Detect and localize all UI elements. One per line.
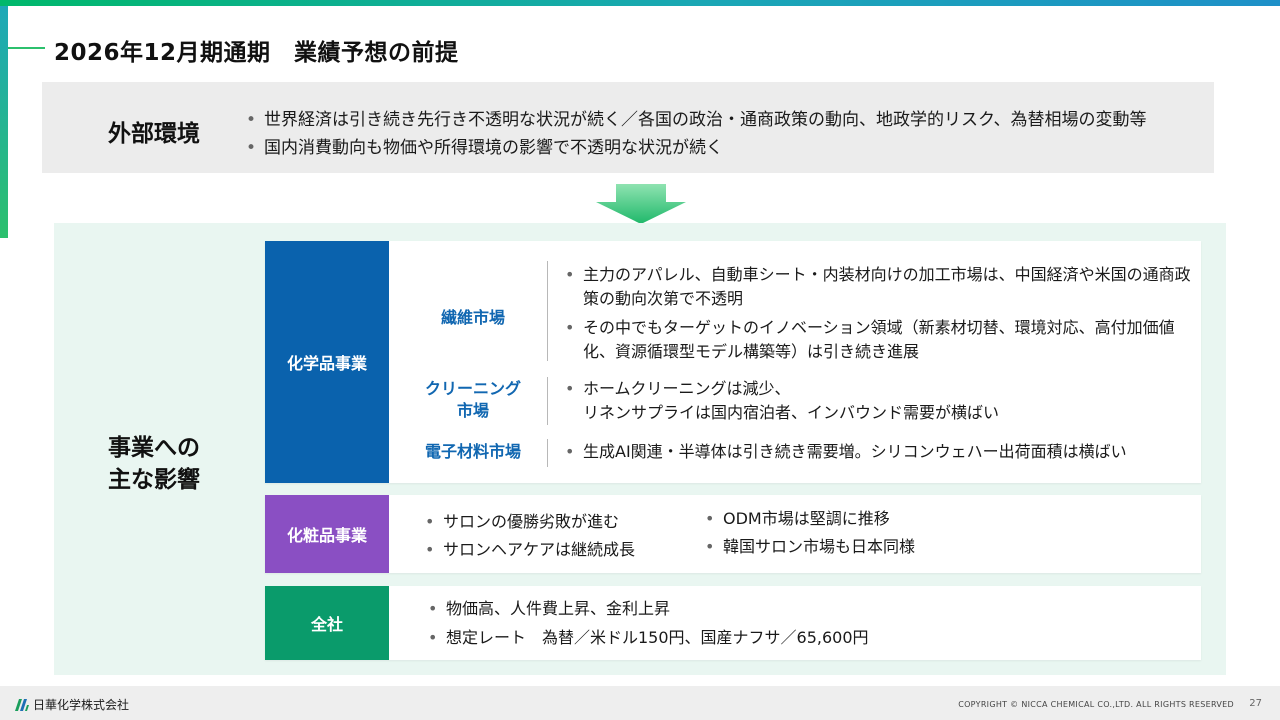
cleaning-market-label-line: 市場: [456, 401, 489, 420]
list-item-line: リネンサプライは国内宿泊者、インバウンド需要が横ばい: [583, 403, 1000, 422]
page-number: 27: [1249, 698, 1262, 709]
chemical-business-header: 化学品事業: [265, 241, 389, 483]
list-item: サロンの優勝劣敗が進む: [425, 508, 695, 536]
cosmetics-business-card: 化粧品事業 サロンの優勝劣敗が進む サロンヘアケアは継続成長 ODM市場は堅調に…: [265, 495, 1201, 573]
list-item: サロンヘアケアは継続成長: [425, 536, 695, 564]
divider: [547, 377, 548, 425]
left-accent-bar: [0, 6, 8, 238]
list-item: 主力のアパレル、自動車シート・内装材向けの加工市場は、中国経済や米国の通商政策の…: [565, 263, 1191, 311]
electronic-materials-market-label: 電子材料市場: [424, 442, 521, 461]
company-name: 日華化学株式会社: [33, 698, 130, 712]
business-impact-label: 事業への 主な影響: [108, 432, 200, 496]
company-logo: 日華化学株式会社: [14, 696, 129, 713]
nicca-logo-icon: [15, 698, 29, 711]
external-environment-label: 外部環境: [108, 121, 200, 147]
impact-label-line: 主な影響: [108, 467, 200, 493]
company-wide-card: 全社 物価高、人件費上昇、金利上昇 想定レート 為替／米ドル150円、国産ナフサ…: [265, 586, 1201, 660]
copyright-text: COPYRIGHT © NICCA CHEMICAL CO.,LTD. ALL …: [958, 700, 1234, 709]
down-arrow-icon: [596, 184, 686, 224]
cosmetics-bullets-left: サロンの優勝劣敗が進む サロンヘアケアは継続成長: [425, 508, 695, 564]
list-item: 韓国サロン市場も日本同様: [705, 533, 1005, 561]
list-item-line: ホームクリーニングは減少、: [583, 379, 791, 398]
list-item: 国内消費動向も物価や所得環境の影響で不透明な状況が続く: [246, 134, 1146, 162]
list-item: ODM市場は堅調に推移: [705, 505, 1005, 533]
fiber-market-bullets: 主力のアパレル、自動車シート・内装材向けの加工市場は、中国経済や米国の通商政策の…: [565, 263, 1191, 364]
external-environment-box: 外部環境 世界経済は引き続き先行き不透明な状況が続く／各国の政治・通商政策の動向…: [42, 82, 1214, 173]
top-accent-bar: [0, 0, 1280, 6]
cosmetics-business-header: 化粧品事業: [265, 495, 389, 573]
page-title: 2026年12月期通期 業績予想の前提: [54, 40, 459, 66]
list-item: 生成AI関連・半導体は引き続き需要増。シリコンウェハー出荷面積は横ばい: [565, 440, 1191, 464]
footer: 日華化学株式会社 COPYRIGHT © NICCA CHEMICAL CO.,…: [0, 686, 1280, 720]
cleaning-market-bullets: ホームクリーニングは減少、 リネンサプライは国内宿泊者、インバウンド需要が横ばい: [565, 377, 1191, 425]
chemical-business-card: 化学品事業 繊維市場 主力のアパレル、自動車シート・内装材向けの加工市場は、中国…: [265, 241, 1201, 483]
list-item: その中でもターゲットのイノベーション領域（新素材切替、環境対応、高付加価値化、資…: [565, 316, 1191, 364]
company-wide-bullets: 物価高、人件費上昇、金利上昇 想定レート 為替／米ドル150円、国産ナフサ／65…: [428, 594, 1128, 652]
title-accent-line: [8, 47, 45, 49]
electronic-materials-bullets: 生成AI関連・半導体は引き続き需要増。シリコンウェハー出荷面積は横ばい: [565, 440, 1191, 464]
company-wide-header: 全社: [265, 586, 389, 660]
divider: [547, 439, 548, 467]
cosmetics-bullets-right: ODM市場は堅調に推移 韓国サロン市場も日本同様: [705, 505, 1005, 561]
fiber-market-label: 繊維市場: [440, 308, 505, 327]
list-item: ホームクリーニングは減少、 リネンサプライは国内宿泊者、インバウンド需要が横ばい: [565, 377, 1191, 425]
list-item: 物価高、人件費上昇、金利上昇: [428, 594, 1128, 623]
cleaning-market-label-line: クリーニング: [424, 379, 521, 398]
external-environment-bullets: 世界経済は引き続き先行き不透明な状況が続く／各国の政治・通商政策の動向、地政学的…: [246, 106, 1146, 162]
impact-label-line: 事業への: [108, 435, 200, 461]
list-item: 世界経済は引き続き先行き不透明な状況が続く／各国の政治・通商政策の動向、地政学的…: [246, 106, 1146, 134]
list-item: 想定レート 為替／米ドル150円、国産ナフサ／65,600円: [428, 623, 1128, 652]
divider: [547, 261, 548, 361]
cleaning-market-label: クリーニング 市場: [401, 378, 545, 422]
